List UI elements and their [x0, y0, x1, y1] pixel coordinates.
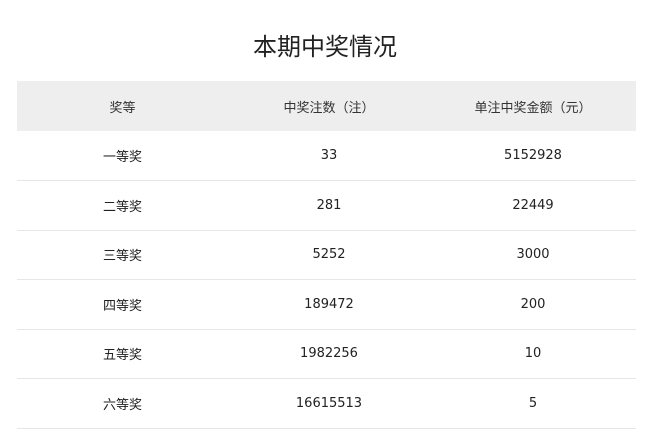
prize-amount-cell: 10	[524, 346, 542, 362]
table-row: 六等奖 16615513 5	[17, 379, 636, 428]
prize-level-cell: 五等奖	[102, 348, 142, 364]
header-prize-amount: 单注中奖金额（元）	[474, 100, 592, 116]
table-row: 一等奖 33 5152928	[17, 131, 636, 181]
prize-amount-cell: 3000	[516, 247, 550, 263]
winning-count-cell: 5252	[312, 247, 346, 263]
prize-amount-cell: 22449	[512, 197, 554, 213]
table-row: 四等奖 189472 200	[17, 280, 636, 329]
winning-count-cell: 281	[316, 197, 342, 213]
table-header-row: 奖等 中奖注数（注） 单注中奖金额（元）	[17, 81, 636, 131]
prize-table: 奖等 中奖注数（注） 单注中奖金额（元） 一等奖 33 5152928 二等奖 …	[17, 81, 636, 429]
winning-count-cell: 33	[320, 148, 338, 163]
header-prize-level: 奖等	[109, 100, 136, 116]
prize-level-cell: 二等奖	[102, 199, 142, 215]
table-row: 二等奖 281 22449	[17, 181, 636, 230]
prize-level-cell: 三等奖	[102, 249, 142, 265]
prize-amount-cell: 200	[520, 296, 546, 312]
header-winning-count: 中奖注数（注）	[283, 100, 375, 116]
winning-count-cell: 1982256	[300, 346, 358, 362]
prize-amount-cell: 5152928	[504, 148, 562, 163]
prize-level-cell: 四等奖	[102, 298, 142, 314]
prize-amount-cell: 5	[528, 395, 538, 411]
table-row: 三等奖 5252 3000	[17, 230, 636, 280]
winning-count-cell: 189472	[304, 296, 354, 312]
prize-level-cell: 六等奖	[102, 397, 142, 413]
table-row: 五等奖 1982256 10	[17, 329, 636, 379]
prize-level-cell: 一等奖	[102, 150, 142, 165]
page-title: 本期中奖情况	[253, 33, 397, 62]
winning-count-cell: 16615513	[295, 395, 363, 411]
